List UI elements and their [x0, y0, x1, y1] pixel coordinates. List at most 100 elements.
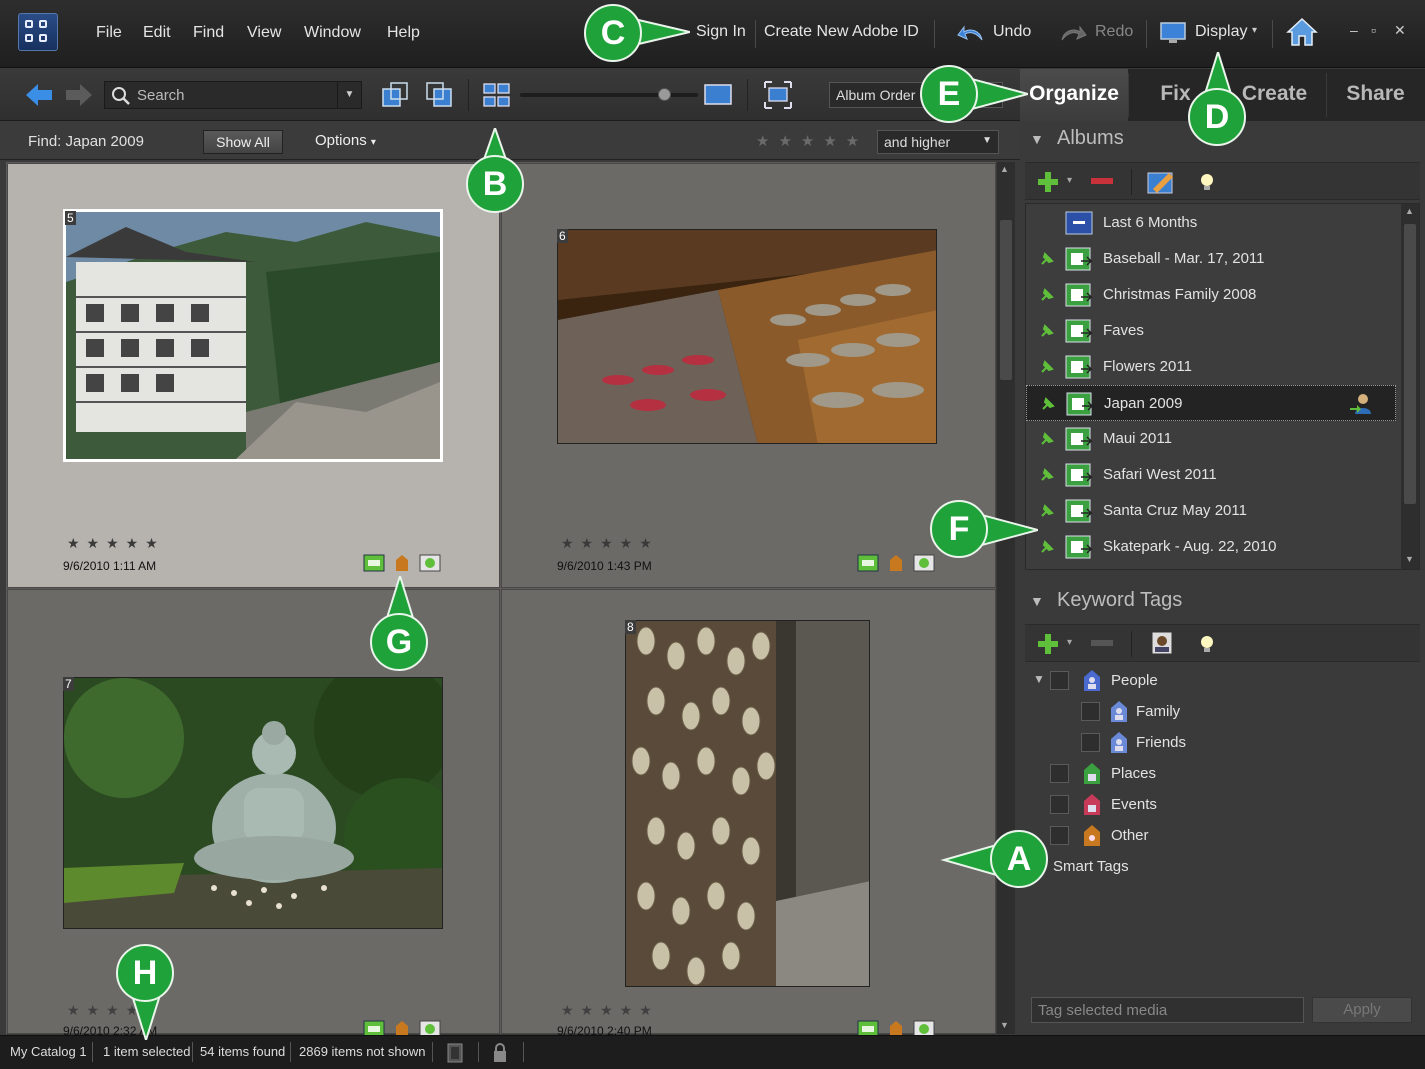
- undo-button[interactable]: Undo: [956, 22, 1031, 49]
- restore-button[interactable]: ▫: [1371, 22, 1376, 38]
- menu-view[interactable]: View: [247, 24, 281, 42]
- album-item-selected[interactable]: Japan 2009: [1026, 385, 1396, 421]
- redo-button[interactable]: Redo: [1058, 22, 1133, 49]
- media-item[interactable]: 7 ★★★★★ 9/6/2010 2:32 AM: [7, 589, 500, 1038]
- tag-checkbox[interactable]: [1081, 702, 1100, 721]
- back-arrow-icon[interactable]: [24, 82, 54, 108]
- search-dropdown-button[interactable]: ▼: [337, 82, 361, 108]
- album-item[interactable]: Baseball - Mar. 17, 2011: [1026, 241, 1396, 277]
- keyword-category-places[interactable]: Places: [1025, 759, 1405, 789]
- rotate-right-icon[interactable]: [424, 80, 454, 110]
- star-rating[interactable]: ★★★★★: [561, 1002, 659, 1019]
- keyword-image-icon[interactable]: [1151, 631, 1173, 657]
- album-icon: [1065, 247, 1093, 271]
- show-all-button[interactable]: Show All: [203, 130, 283, 154]
- tag-checkbox[interactable]: [1050, 764, 1069, 783]
- star-rating[interactable]: ★★★★★: [67, 535, 165, 552]
- album-item[interactable]: Maui 2011: [1026, 421, 1396, 457]
- scroll-up-icon[interactable]: ▲: [1000, 164, 1009, 174]
- photo-thumbnail[interactable]: [625, 620, 870, 987]
- lightbulb-icon[interactable]: [1197, 170, 1217, 194]
- photo-thumbnail[interactable]: [63, 209, 443, 462]
- grid-view-icon[interactable]: [482, 80, 512, 110]
- menu-find[interactable]: Find: [193, 24, 224, 42]
- expand-triangle-icon[interactable]: ▼: [1033, 672, 1045, 686]
- menu-window[interactable]: Window: [304, 24, 361, 42]
- add-plus-icon[interactable]: [1037, 171, 1059, 193]
- single-photo-view-icon[interactable]: [703, 80, 733, 110]
- photo-thumbnail[interactable]: [63, 677, 443, 929]
- albums-scrollbar[interactable]: ▲ ▼: [1401, 204, 1419, 569]
- album-item[interactable]: Santa Cruz May 2011: [1026, 493, 1396, 529]
- sync-pin-icon: [1041, 468, 1054, 481]
- film-strip-icon[interactable]: [447, 1043, 463, 1063]
- thumbnail-size-slider[interactable]: [520, 88, 698, 101]
- display-menu[interactable]: Display ▾: [1160, 21, 1257, 50]
- tag-checkbox[interactable]: [1050, 795, 1069, 814]
- album-item[interactable]: Christmas Family 2008: [1026, 277, 1396, 313]
- sign-in-link[interactable]: Sign In: [696, 23, 746, 41]
- media-scrollbar[interactable]: ▲ ▼: [997, 162, 1015, 1034]
- keyword-item-friends[interactable]: Friends: [1025, 728, 1405, 758]
- album-item[interactable]: Faves: [1026, 313, 1396, 349]
- photo-thumbnail[interactable]: [557, 229, 937, 444]
- options-menu[interactable]: Options ▾: [315, 132, 376, 149]
- media-item[interactable]: 6 ★★★★★ 9/6/2010 1:43 PM: [501, 163, 996, 588]
- rating-filter-select[interactable]: and higher ▼: [877, 130, 999, 154]
- tag-selected-media-input[interactable]: Tag selected media: [1031, 997, 1304, 1023]
- search-input[interactable]: Search ▼: [104, 81, 362, 109]
- keyword-category-people[interactable]: ▼ People: [1025, 666, 1405, 696]
- sync-pin-icon: [1041, 540, 1054, 553]
- star-rating[interactable]: ★★★★★: [561, 535, 659, 552]
- scroll-down-icon[interactable]: ▼: [1405, 554, 1414, 564]
- apply-button[interactable]: Apply: [1312, 997, 1412, 1023]
- forward-arrow-icon[interactable]: [64, 82, 94, 108]
- lock-icon[interactable]: [492, 1043, 508, 1063]
- keyword-category-smart-tags[interactable]: Smart Tags: [1025, 852, 1405, 882]
- remove-minus-icon[interactable]: [1091, 640, 1113, 648]
- tag-checkbox[interactable]: [1050, 671, 1069, 690]
- keyword-tags-header[interactable]: ▼ Keyword Tags: [1020, 584, 1425, 620]
- other-tag-icon: [1084, 825, 1100, 846]
- edit-pencil-icon[interactable]: [1147, 170, 1175, 194]
- sync-pin-icon: [1041, 324, 1054, 337]
- album-item[interactable]: Flowers 2011: [1026, 349, 1396, 385]
- sync-pin-icon: [1042, 397, 1055, 410]
- keyword-label: Friends: [1136, 734, 1187, 751]
- menu-help[interactable]: Help: [387, 24, 420, 42]
- full-screen-icon[interactable]: [763, 80, 793, 110]
- tag-checkbox[interactable]: [1050, 826, 1069, 845]
- media-item[interactable]: 5 ★★★★★ 9/6/2010 1:11 AM: [7, 163, 500, 588]
- album-item[interactable]: Last 6 Months: [1026, 205, 1396, 241]
- remove-minus-icon[interactable]: [1091, 178, 1113, 186]
- keyword-category-other[interactable]: Other: [1025, 821, 1405, 851]
- rotate-left-icon[interactable]: [380, 80, 410, 110]
- scrollbar-thumb[interactable]: [1000, 220, 1012, 380]
- create-adobe-id-link[interactable]: Create New Adobe ID: [764, 23, 919, 41]
- slider-knob[interactable]: [658, 88, 671, 101]
- tab-share[interactable]: Share: [1326, 69, 1425, 121]
- album-item[interactable]: Skatepark - Aug. 22, 2010: [1026, 529, 1396, 565]
- keyword-category-events[interactable]: Events: [1025, 790, 1405, 820]
- menu-edit[interactable]: Edit: [143, 24, 171, 42]
- chevron-down-icon[interactable]: ▾: [1067, 637, 1072, 648]
- scroll-down-icon[interactable]: ▼: [1000, 1020, 1009, 1030]
- album-item[interactable]: Safari West 2011: [1026, 457, 1396, 493]
- scrollbar-thumb[interactable]: [1404, 224, 1416, 504]
- chevron-down-icon[interactable]: ▾: [1067, 175, 1072, 186]
- tag-checkbox[interactable]: [1081, 733, 1100, 752]
- keyword-item-family[interactable]: Family: [1025, 697, 1405, 727]
- lightbulb-icon[interactable]: [1197, 632, 1217, 656]
- add-plus-icon[interactable]: [1037, 633, 1059, 655]
- star-rating-filter[interactable]: ★★★★★: [756, 132, 868, 150]
- tab-organize[interactable]: Organize: [1020, 69, 1128, 121]
- scroll-up-icon[interactable]: ▲: [1405, 206, 1414, 216]
- app-logo-icon[interactable]: [18, 13, 58, 51]
- menu-file[interactable]: File: [96, 24, 122, 42]
- media-browser: 5 ★★★★★ 9/6/2010 1:11 AM 6 ★★★★★ 9/6/201…: [6, 162, 996, 1038]
- home-button[interactable]: [1285, 16, 1319, 53]
- catalog-name[interactable]: My Catalog 1: [10, 1044, 87, 1059]
- media-item[interactable]: 8 ★★★★★ 9/6/2010 2:40 PM: [501, 589, 996, 1038]
- close-button[interactable]: ✕: [1394, 22, 1406, 39]
- minimize-button[interactable]: –: [1350, 22, 1358, 38]
